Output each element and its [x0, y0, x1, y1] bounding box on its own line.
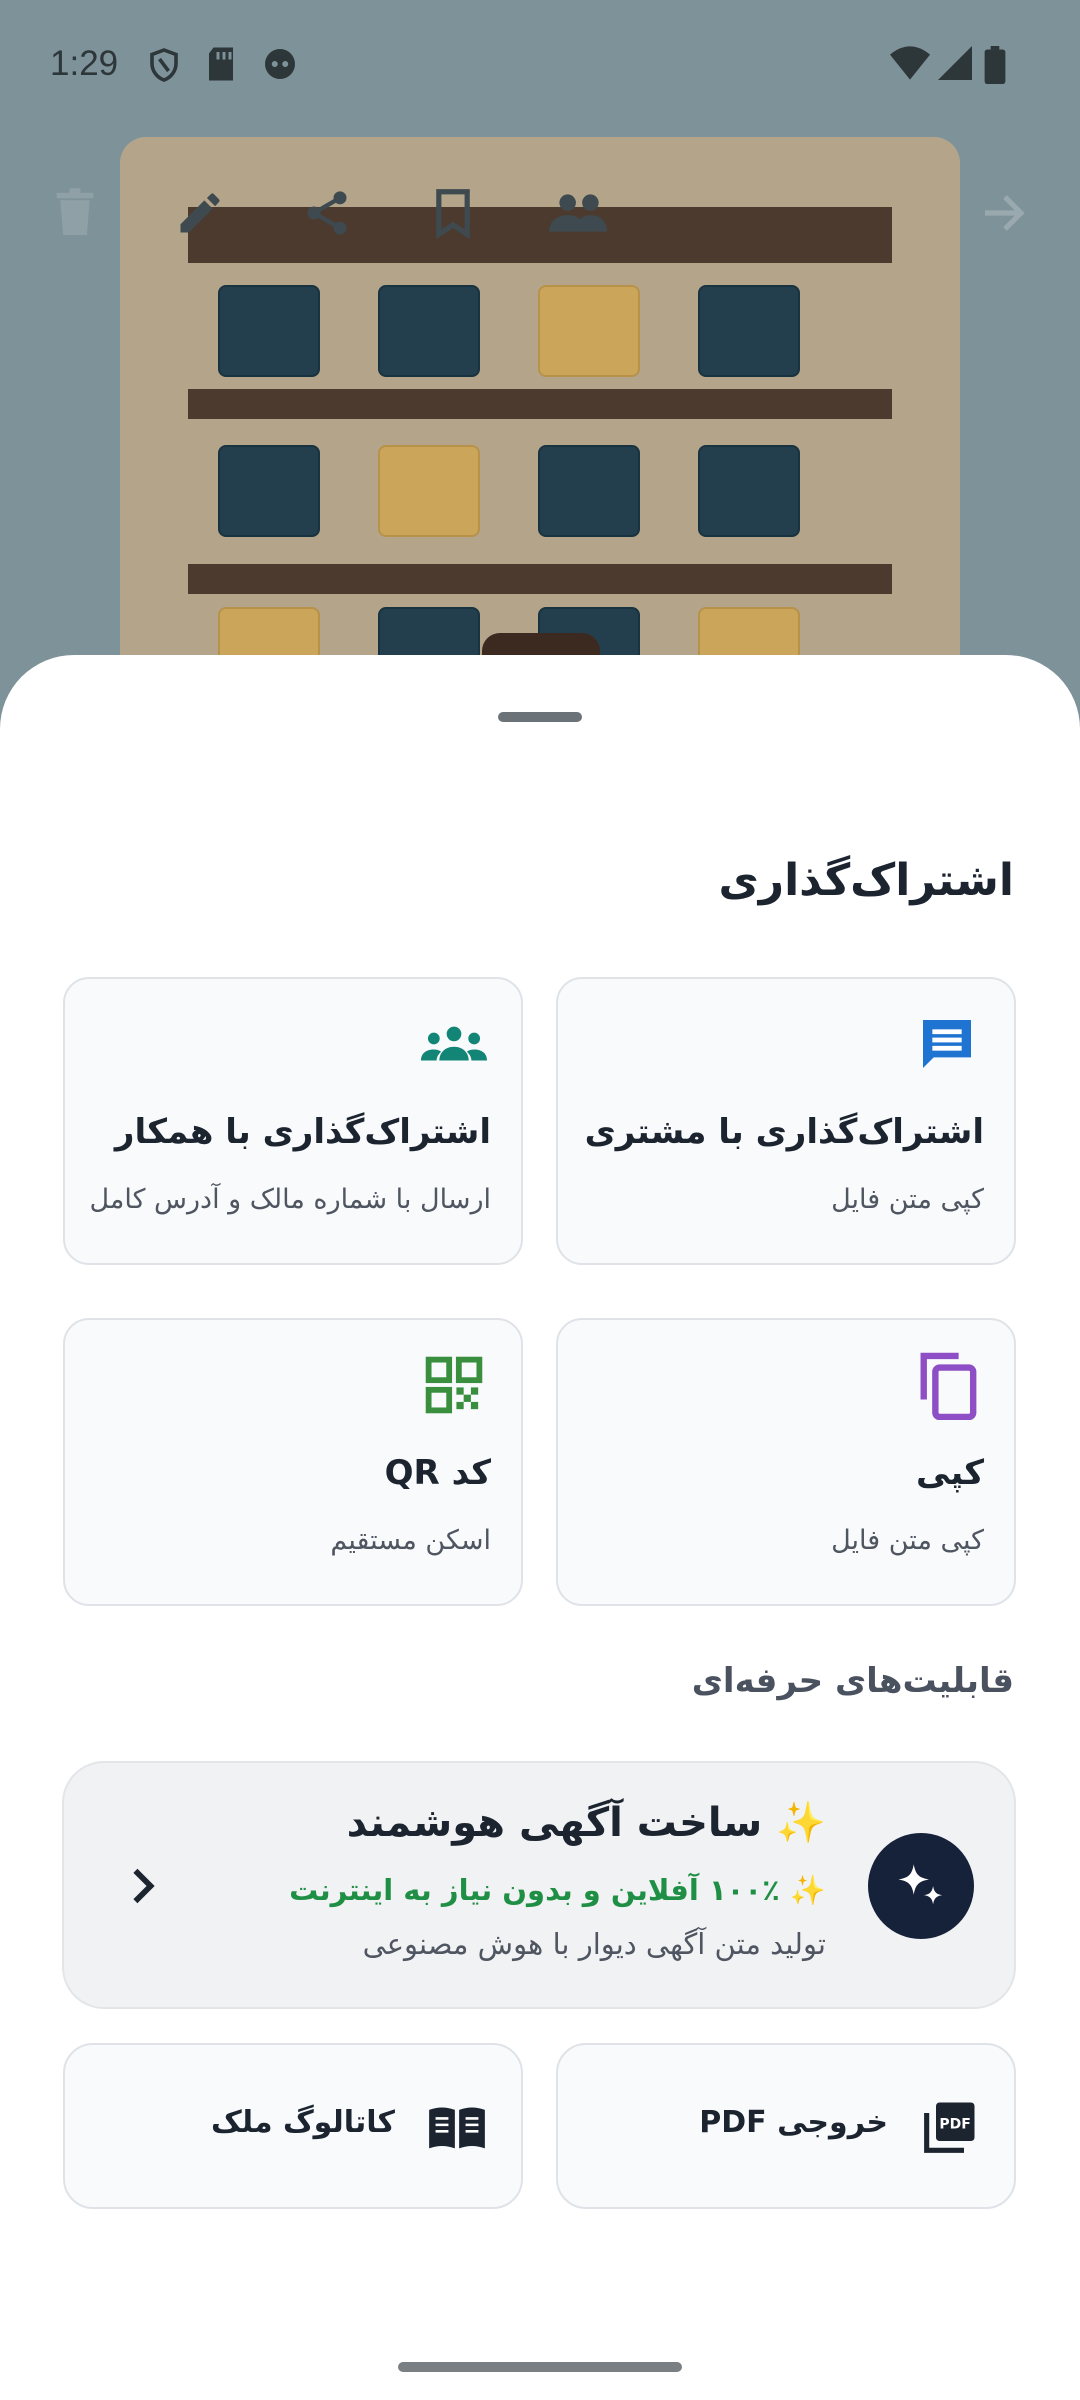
bookmark-icon[interactable]: [418, 178, 488, 248]
card-subtitle: کپی متن فایل: [831, 1184, 984, 1215]
card-title: اشتراک‌گذاری با مشتری: [584, 1112, 984, 1152]
share-with-customer-card[interactable]: اشتراک‌گذاری با مشتری کپی متن فایل: [556, 977, 1016, 1265]
copy-card[interactable]: کپی کپی متن فایل: [556, 1318, 1016, 1606]
signal-icon: [938, 46, 972, 84]
wifi-icon: [890, 46, 930, 84]
sd-card-icon: [206, 46, 236, 86]
pdf-icon: PDF: [920, 2097, 980, 2157]
sheet-title: اشتراک‌گذاری: [718, 855, 1014, 906]
card-title: اشتراک‌گذاری با همکار: [114, 1112, 491, 1152]
smart-ad-title: ✨ ساخت آگهی هوشمند: [346, 1800, 826, 1846]
card-subtitle: کپی متن فایل: [831, 1525, 984, 1556]
building-window: [378, 285, 480, 377]
forward-arrow-icon[interactable]: [970, 178, 1040, 248]
share-bottom-sheet: اشتراک‌گذاری اشتراک‌گذاری با مشتری کپی م…: [0, 655, 1080, 2400]
building-beam: [188, 564, 892, 594]
svg-text:PDF: PDF: [939, 2116, 970, 2132]
copy-icon: [914, 1352, 980, 1420]
status-bar: 1:29: [0, 0, 1080, 130]
share-icon[interactable]: [292, 178, 362, 248]
share-with-colleague-card[interactable]: اشتراک‌گذاری با همکار ارسال با شماره مال…: [63, 977, 523, 1265]
edit-icon[interactable]: [165, 178, 235, 248]
smart-ad-subtitle: تولید متن آگهی دیوار با هوش مصنوعی: [362, 1927, 826, 1961]
face-icon: [262, 46, 298, 86]
chevron-right-icon: [118, 1861, 168, 1911]
chat-icon: [914, 1011, 980, 1077]
building-window: [698, 445, 800, 537]
group-icon[interactable]: [543, 178, 613, 248]
status-time: 1:29: [50, 44, 119, 83]
qr-code-icon: [421, 1352, 487, 1418]
property-catalog-label: کاتالوگ ملک: [210, 2105, 395, 2140]
card-title: کد QR: [384, 1453, 491, 1493]
card-subtitle: ارسال با شماره مالک و آدرس کامل: [89, 1184, 491, 1215]
group-icon: [421, 1011, 487, 1077]
qr-code-card[interactable]: کد QR اسکن مستقیم: [63, 1318, 523, 1606]
card-title: کپی: [915, 1453, 984, 1493]
pro-features-title: قابلیت‌های حرفه‌ای: [691, 1661, 1014, 1701]
sparkles-icon: [868, 1833, 974, 1939]
battery-icon: [984, 46, 1006, 88]
property-catalog-button[interactable]: کاتالوگ ملک: [63, 2043, 523, 2209]
book-icon: [427, 2097, 487, 2157]
building-beam: [188, 389, 892, 419]
pdf-export-label: خروجی PDF: [699, 2105, 888, 2140]
building-window: [698, 285, 800, 377]
building-image: [120, 137, 960, 737]
delete-icon[interactable]: [40, 178, 110, 248]
smart-ad-card[interactable]: ✨ ساخت آگهی هوشمند ✨ ۱۰۰٪ آفلاین و بدون …: [62, 1761, 1016, 2009]
smart-ad-offline-note: ✨ ۱۰۰٪ آفلاین و بدون نیاز به اینترنت: [289, 1873, 826, 1907]
building-window: [218, 285, 320, 377]
building-window: [538, 445, 640, 537]
pdf-export-button[interactable]: PDF خروجی PDF: [556, 2043, 1016, 2209]
gesture-nav-bar[interactable]: [398, 2362, 682, 2372]
building-window: [378, 445, 480, 537]
card-subtitle: اسکن مستقیم: [330, 1525, 491, 1556]
building-window: [218, 445, 320, 537]
building-window: [538, 285, 640, 377]
shield-icon: [146, 46, 182, 88]
sheet-drag-handle[interactable]: [498, 712, 582, 722]
